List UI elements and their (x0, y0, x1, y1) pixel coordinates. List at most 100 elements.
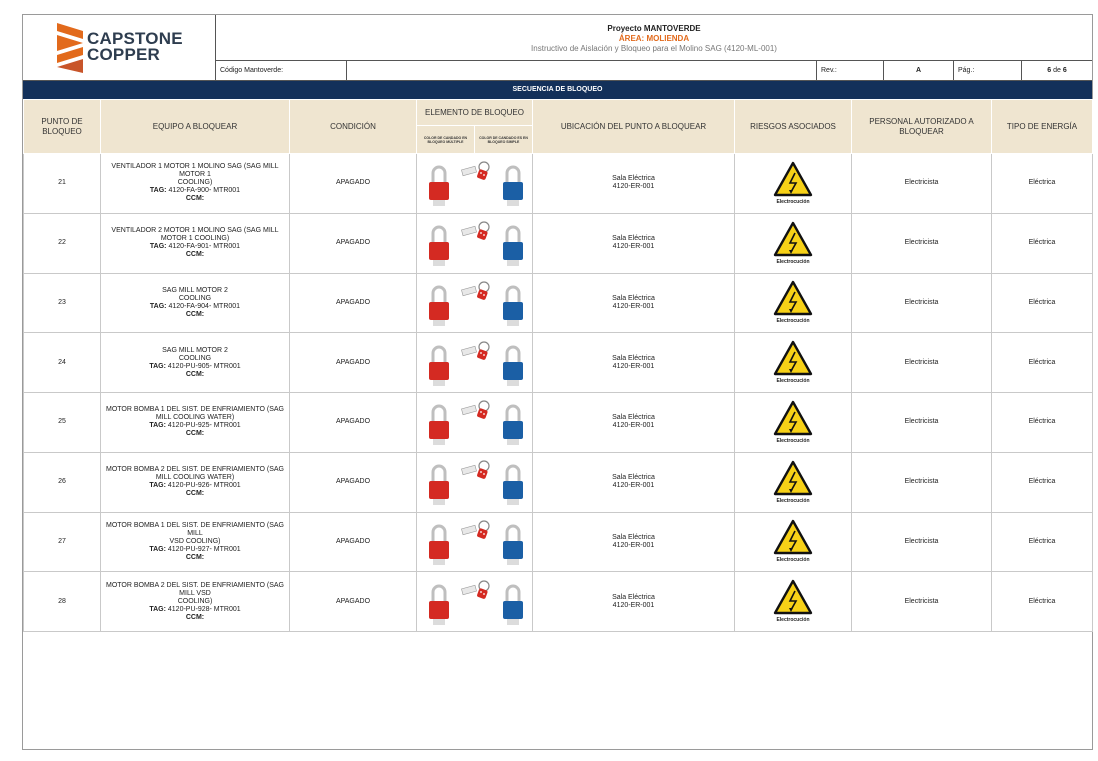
punto-cell: 25 (23, 392, 101, 453)
elemento-cell (416, 212, 533, 274)
ccm-label: CCM: (185, 310, 205, 318)
col-personal: PERSONAL AUTORIZADO A BLOQUEAR (851, 99, 992, 154)
equipo-line: COOLING (178, 294, 212, 302)
red-padlock-icon (429, 524, 449, 565)
tipo-energia-cell: Eléctrica (991, 153, 1093, 214)
equipo-line: MILL VSD (179, 589, 211, 597)
personal-cell: Electricista (851, 332, 992, 393)
lockout-hasp-icon (461, 341, 490, 360)
punto-cell: 21 (23, 153, 101, 214)
equipo-line: MOTOR 1 COOLING) (160, 235, 230, 243)
equipo-line: MOTOR 1 (179, 171, 211, 179)
elemento-cell (416, 392, 533, 453)
personal-cell: Electricista (851, 451, 992, 513)
condicion-cell: APAGADO (289, 451, 417, 513)
tag-line: TAG: 4120-PU-926- MTR001 (149, 482, 241, 490)
tipo-energia-cell: Eléctrica (991, 332, 1093, 393)
col-elemento-simple: COLOR DE CANDADO ES EN BLOQUEO SIMPLE (474, 125, 533, 154)
blue-padlock-icon (503, 345, 523, 386)
riesgo-label: Electrocución (776, 497, 810, 504)
rev-value: A (884, 61, 954, 81)
tipo-energia-cell: Eléctrica (991, 571, 1093, 632)
area-name: ÁREA: MOLIENDA (618, 34, 690, 43)
col-tipo: TIPO DE ENERGÍA (991, 99, 1093, 154)
col-elemento: ELEMENTO DE BLOQUEO (416, 99, 533, 126)
sequence-title-bar: SECUENCIA DE BLOQUEO (23, 81, 1092, 99)
personal-cell: Electricista (851, 511, 992, 573)
blue-padlock-icon (503, 165, 523, 207)
personal-cell: Electricista (851, 212, 992, 274)
ubicacion-cell: Sala Eléctrica 4120-ER-001 (532, 332, 735, 393)
table-row: 28 MOTOR BOMBA 2 DEL SIST. DE ENFRIAMIEN… (23, 571, 1093, 632)
table-row: 22 VENTILADOR 2 MOTOR 1 MOLINO SAG (SAG … (23, 212, 1093, 274)
lockout-hasp-icon (461, 520, 490, 539)
electrical-hazard-warning-icon (773, 579, 813, 615)
ubicacion-cell: Sala Eléctrica 4120-ER-001 (532, 392, 735, 453)
document-title-block: Proyecto MANTOVERDE ÁREA: MOLIENDA Instr… (216, 15, 1092, 61)
condicion-cell: APAGADO (289, 272, 417, 334)
red-padlock-icon (429, 285, 449, 326)
condicion-cell: APAGADO (289, 392, 417, 453)
table-row: 24 SAG MILL MOTOR 2 COOLING TAG: 4120-PU-… (23, 332, 1093, 393)
ubicacion-cell: Sala Eléctrica 4120-ER-001 (532, 212, 735, 274)
equipo-line: MILL (187, 529, 203, 537)
lockout-hasp-icon (461, 460, 490, 479)
electrical-hazard-warning-icon (773, 400, 813, 436)
elemento-cell (416, 571, 533, 632)
tag-line: TAG: 4120-PU-925- MTR001 (149, 422, 241, 430)
riesgo-label: Electrocución (776, 617, 810, 624)
equipo-line: MILL COOLING WATER) (155, 474, 235, 482)
instructivo-title: Instructivo de Aislación y Bloqueo para … (531, 44, 777, 53)
tag-line: TAG: 4120-FA-904- MTR001 (149, 302, 241, 310)
personal-cell: Electricista (851, 392, 992, 453)
ccm-label: CCM: (185, 553, 205, 561)
table-row: 25 MOTOR BOMBA 1 DEL SIST. DE ENFRIAMIEN… (23, 392, 1093, 453)
lockout-hasp-icon (461, 580, 490, 599)
company-logo: CAPSTONE COPPER (23, 15, 216, 81)
equipo-line: VSD COOLING) (169, 537, 221, 545)
equipo-line: COOLING) (177, 597, 213, 605)
tipo-energia-cell: Eléctrica (991, 272, 1093, 334)
riesgo-cell: Electrocución (734, 571, 852, 632)
equipo-line: COOLING) (177, 179, 213, 187)
logo-wordmark: CAPSTONE COPPER (87, 29, 183, 64)
riesgo-cell: Electrocución (734, 332, 852, 393)
riesgo-label: Electrocución (776, 258, 810, 265)
condicion-cell: APAGADO (289, 332, 417, 393)
ccm-label: CCM: (185, 430, 205, 438)
equipo-line: VENTILADOR 1 MOTOR 1 MOLINO SAG (SAG MIL… (111, 163, 279, 171)
punto-cell: 23 (23, 272, 101, 334)
elemento-cell (416, 451, 533, 513)
riesgo-label: Electrocución (776, 198, 810, 205)
personal-cell: Electricista (851, 272, 992, 334)
rev-label: Rev.: (817, 61, 884, 81)
document-page: CAPSTONE COPPER Proyecto MANTOVERDE ÁREA… (22, 14, 1093, 750)
elemento-cell (416, 153, 533, 214)
equipo-line: MOTOR BOMBA 2 DEL SIST. DE ENFRIAMIENTO … (105, 466, 284, 474)
ccm-label: CCM: (185, 370, 205, 378)
ubicacion-cell: Sala Eléctrica 4120-ER-001 (532, 511, 735, 573)
condicion-cell: APAGADO (289, 212, 417, 274)
equipo-cell: VENTILADOR 1 MOTOR 1 MOLINO SAG (SAG MIL… (100, 153, 290, 214)
col-riesgos: RIESGOS ASOCIADOS (734, 99, 852, 154)
ccm-label: CCM: (185, 613, 205, 621)
red-padlock-icon (429, 345, 449, 386)
riesgo-cell: Electrocución (734, 511, 852, 573)
electrical-hazard-warning-icon (773, 520, 813, 555)
elemento-cell (416, 272, 533, 334)
capstone-logo-mark-icon (57, 23, 83, 73)
project-name: Proyecto MANTOVERDE (607, 24, 701, 33)
equipo-cell: MOTOR BOMBA 1 DEL SIST. DE ENFRIAMIENTO … (100, 511, 290, 573)
blank-area (23, 631, 1092, 749)
tipo-energia-cell: Eléctrica (991, 451, 1093, 513)
personal-cell: Electricista (851, 571, 992, 632)
electrical-hazard-warning-icon (773, 340, 813, 376)
punto-cell: 24 (23, 332, 101, 393)
riesgo-cell: Electrocución (734, 451, 852, 513)
electrical-hazard-warning-icon (773, 281, 813, 316)
ccm-label: CCM: (185, 251, 205, 259)
col-punto: PUNTO DE BLOQUEO (23, 99, 101, 154)
ubicacion-cell: Sala Eléctrica 4120-ER-001 (532, 571, 735, 632)
condicion-cell: APAGADO (289, 511, 417, 573)
red-padlock-icon (429, 584, 449, 625)
